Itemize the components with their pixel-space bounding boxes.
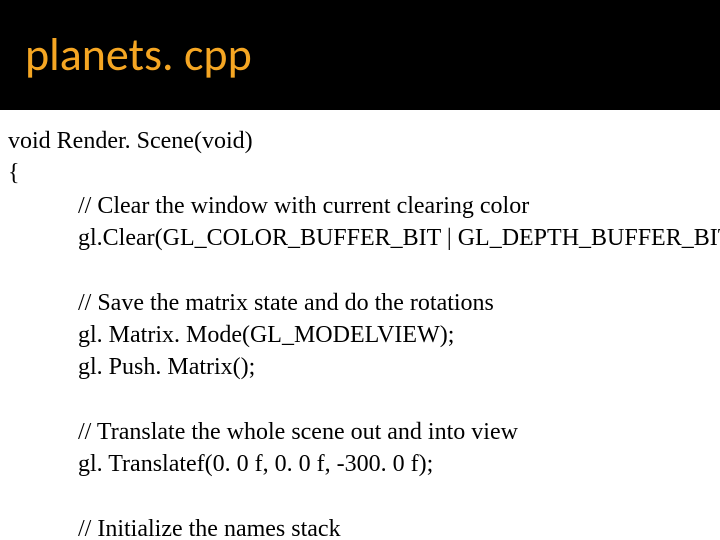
code-line: // Initialize the names stack bbox=[8, 513, 712, 540]
blank-line bbox=[8, 481, 712, 513]
code-line: gl. Matrix. Mode(GL_MODELVIEW); bbox=[8, 319, 712, 351]
code-block: void Render. Scene(void) { // Clear the … bbox=[0, 110, 720, 540]
code-line: void Render. Scene(void) bbox=[8, 125, 712, 157]
code-line: { bbox=[8, 157, 712, 189]
code-line: // Save the matrix state and do the rota… bbox=[8, 287, 712, 319]
code-line: // Translate the whole scene out and int… bbox=[8, 416, 712, 448]
slide-title: planets. cpp bbox=[25, 27, 252, 83]
slide-title-bar: planets. cpp bbox=[0, 0, 720, 110]
code-line: gl. Translatef(0. 0 f, 0. 0 f, -300. 0 f… bbox=[8, 448, 712, 480]
blank-line bbox=[8, 384, 712, 416]
blank-line bbox=[8, 255, 712, 287]
code-line: gl. Push. Matrix(); bbox=[8, 351, 712, 383]
code-line: gl.Clear(GL_COLOR_BUFFER_BIT | GL_DEPTH_… bbox=[8, 222, 712, 254]
code-line: // Clear the window with current clearin… bbox=[8, 190, 712, 222]
